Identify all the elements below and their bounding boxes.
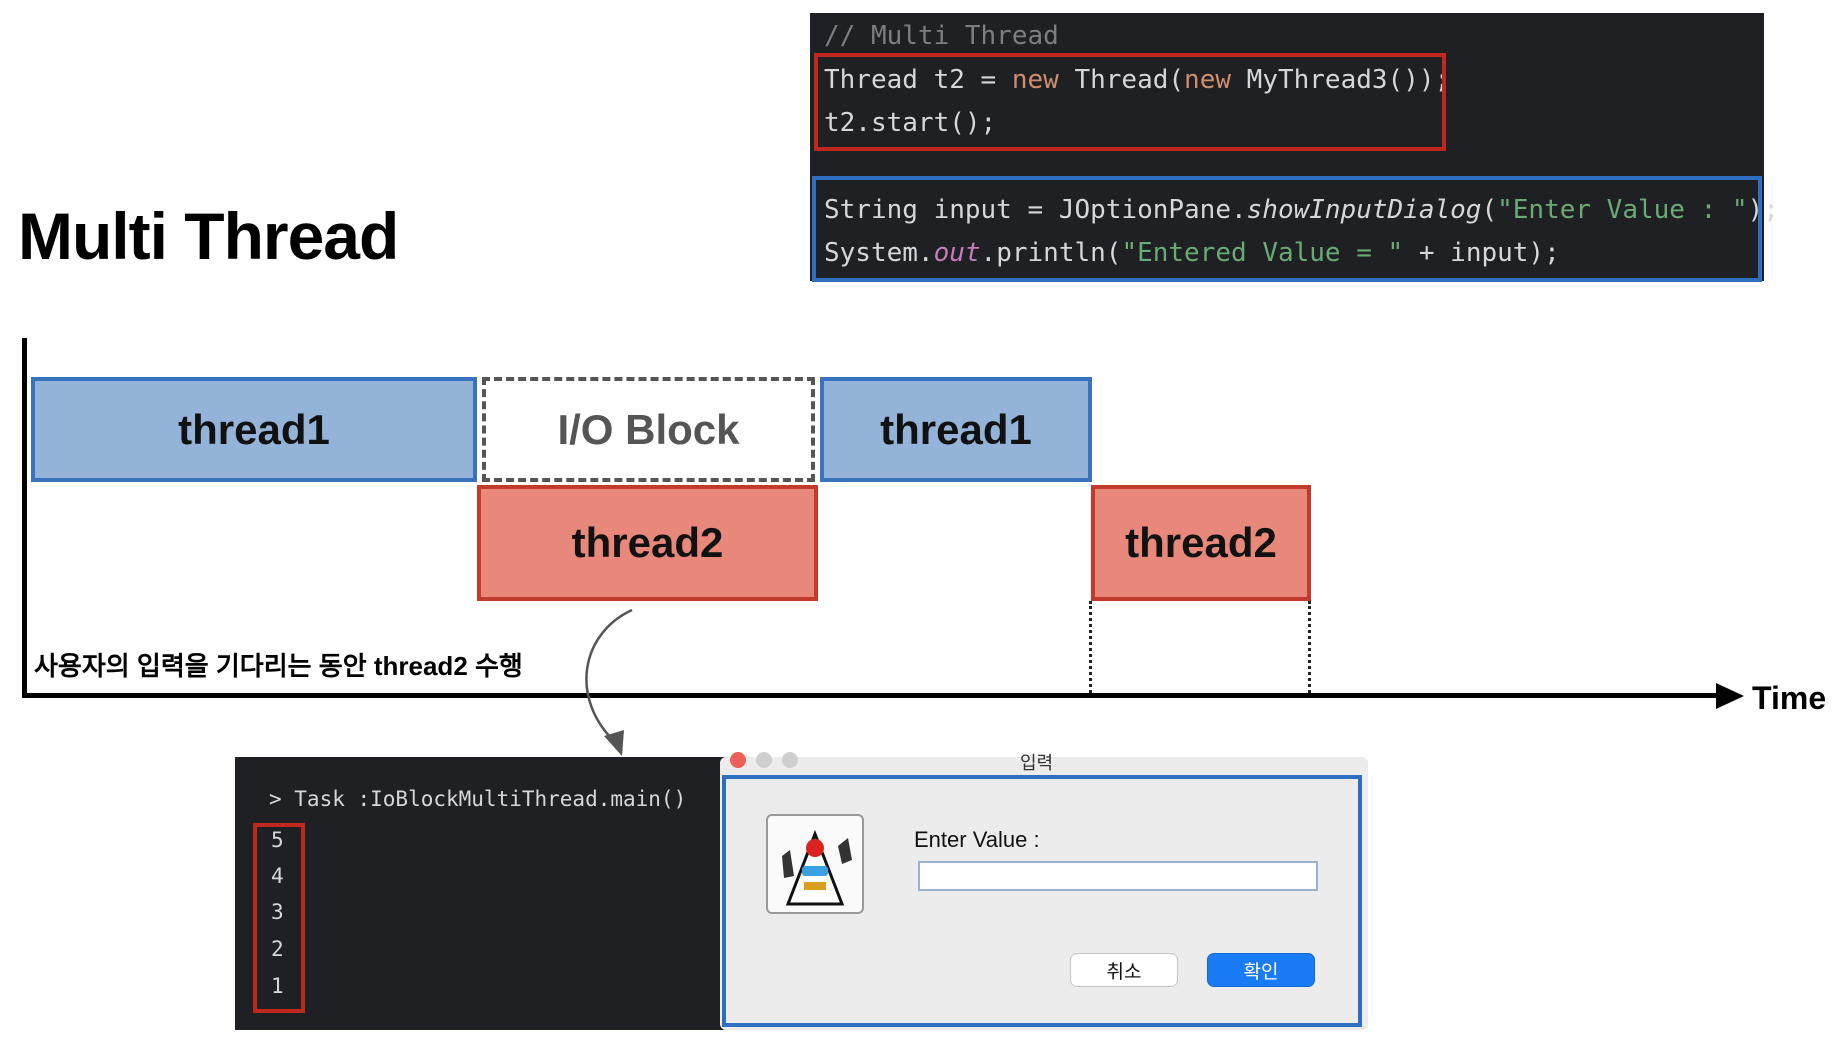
timeline-vertical-axis bbox=[22, 338, 27, 698]
thread1-block-first: thread1 bbox=[31, 377, 477, 482]
window-minimize-icon[interactable] bbox=[756, 752, 772, 768]
timeline-caption: 사용자의 입력을 기다리는 동안 thread2 수행 bbox=[34, 651, 523, 681]
code-comment: // Multi Thread bbox=[824, 21, 1059, 51]
dialog-title: 입력 bbox=[1020, 753, 1054, 773]
console-output: > Task :IoBlockMultiThread.main() 5 4 3 … bbox=[235, 757, 730, 1030]
highlight-io-block-code bbox=[812, 176, 1762, 282]
highlight-dialog bbox=[722, 775, 1362, 1027]
code-panel: // Multi Thread Thread t2 = new Thread(n… bbox=[810, 13, 1779, 282]
thread2-end-marker-left bbox=[1089, 601, 1092, 693]
console-task-line: > Task :IoBlockMultiThread.main() bbox=[269, 787, 687, 811]
time-axis-label: Time bbox=[1752, 680, 1827, 716]
window-close-icon[interactable] bbox=[730, 752, 746, 768]
window-zoom-icon[interactable] bbox=[782, 752, 798, 768]
highlight-thread-start bbox=[814, 53, 1446, 151]
page-title: Multi Thread bbox=[18, 199, 399, 273]
thread2-end-marker-right bbox=[1308, 601, 1311, 693]
thread2-block-first: thread2 bbox=[477, 485, 818, 601]
io-block: I/O Block bbox=[482, 377, 815, 482]
curved-arrow-icon bbox=[585, 608, 633, 756]
highlight-countdown bbox=[253, 823, 305, 1013]
thread1-block-second: thread1 bbox=[820, 377, 1092, 482]
thread2-block-second: thread2 bbox=[1091, 485, 1311, 601]
timeline-time-axis bbox=[22, 693, 1722, 698]
arrow-right-icon bbox=[1716, 683, 1744, 709]
input-dialog: 입력 Enter Value : 취소 확인 bbox=[720, 752, 1368, 1030]
